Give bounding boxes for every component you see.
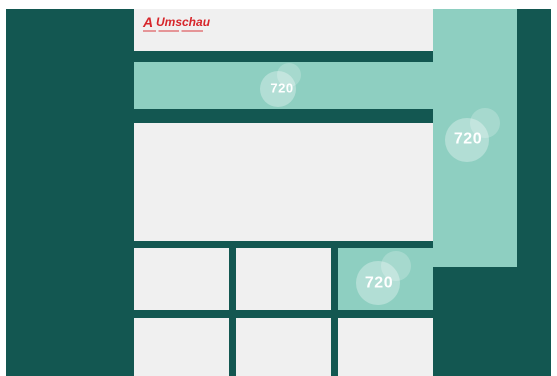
ad-badge-720: 720 [254,62,310,108]
grid-tile-6[interactable] [338,318,433,376]
ad-badge-720: 720 [350,250,420,308]
grid-ad-label: 720 [364,274,394,292]
brand-logo[interactable]: A Umschau [143,14,211,35]
pharmacy-a-icon: A [143,14,154,30]
grid-ad-tile[interactable]: 720 [338,248,433,310]
grid-tile-1[interactable] [134,248,229,310]
grid-tile-2[interactable] [236,248,331,310]
grid-tile-5[interactable] [236,318,331,376]
brand-name: Umschau [156,15,211,29]
skyscraper-ad[interactable]: 720 [433,9,517,267]
banner-ad-label: 720 [270,79,294,95]
skyscraper-ad-label: 720 [453,130,483,148]
brand-tagline-graphic [143,30,203,32]
header-logo-tile[interactable]: A Umschau [134,9,433,51]
banner-ad[interactable]: 720 [134,62,433,109]
ad-badge-720: 720 [439,107,509,165]
content-area [134,123,433,241]
page-canvas: A Umschau 720 720 720 [6,9,551,376]
grid-tile-4[interactable] [134,318,229,376]
